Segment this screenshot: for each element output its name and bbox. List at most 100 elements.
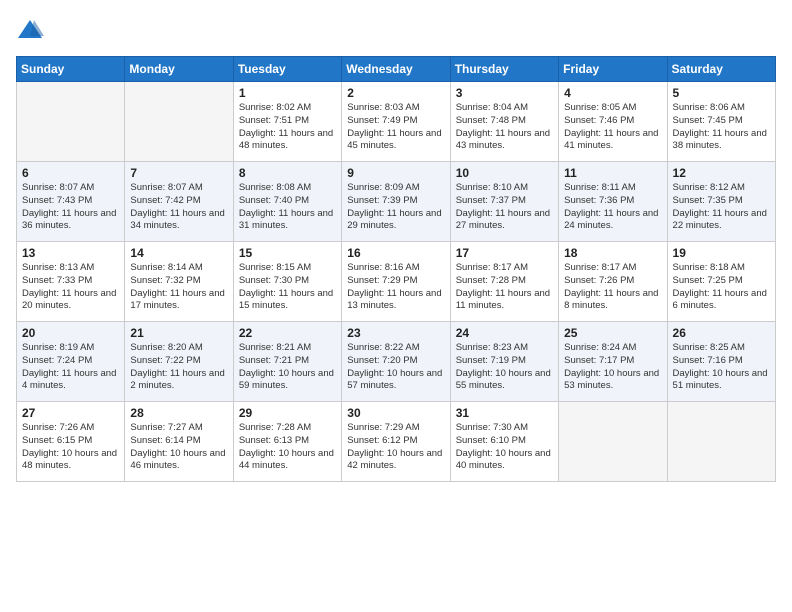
weekday-header: Friday xyxy=(559,57,667,82)
day-number: 23 xyxy=(347,326,444,340)
day-info: Sunrise: 8:03 AM Sunset: 7:49 PM Dayligh… xyxy=(347,102,444,153)
day-info: Sunrise: 8:18 AM Sunset: 7:25 PM Dayligh… xyxy=(673,262,770,313)
calendar-cell xyxy=(559,402,667,482)
day-number: 4 xyxy=(564,86,661,100)
day-number: 13 xyxy=(22,246,119,260)
weekday-header: Monday xyxy=(125,57,233,82)
calendar-week-row: 20Sunrise: 8:19 AM Sunset: 7:24 PM Dayli… xyxy=(17,322,776,402)
day-info: Sunrise: 8:17 AM Sunset: 7:26 PM Dayligh… xyxy=(564,262,661,313)
calendar-cell: 18 Sunrise: 8:17 AM Sunset: 7:26 PM Dayli… xyxy=(559,242,667,322)
day-info: Sunrise: 8:24 AM Sunset: 7:17 PM Dayligh… xyxy=(564,342,661,393)
day-number: 3 xyxy=(456,86,553,100)
day-number: 27 xyxy=(22,406,119,420)
day-info: Sunrise: 8:14 AM Sunset: 7:32 PM Dayligh… xyxy=(130,262,227,313)
calendar-cell: 11Sunrise: 8:11 AM Sunset: 7:36 PM Dayli… xyxy=(559,162,667,242)
day-info: Sunrise: 8:11 AM Sunset: 7:36 PM Dayligh… xyxy=(564,182,661,233)
day-info: Sunrise: 7:30 AM Sunset: 6:10 PM Dayligh… xyxy=(456,422,553,473)
calendar-cell: 3Sunrise: 8:04 AM Sunset: 7:48 PM Daylig… xyxy=(450,82,558,162)
calendar-week-row: 1Sunrise: 8:02 AM Sunset: 7:51 PM Daylig… xyxy=(17,82,776,162)
calendar-cell: 9Sunrise: 8:09 AM Sunset: 7:39 PM Daylig… xyxy=(342,162,450,242)
calendar-cell: 17 Sunrise: 8:17 AM Sunset: 7:28 PM Dayli… xyxy=(450,242,558,322)
calendar-table: SundayMondayTuesdayWednesdayThursdayFrid… xyxy=(16,56,776,482)
calendar-cell: 20Sunrise: 8:19 AM Sunset: 7:24 PM Dayli… xyxy=(17,322,125,402)
weekday-header: Thursday xyxy=(450,57,558,82)
day-number: 29 xyxy=(239,406,336,420)
day-number: 21 xyxy=(130,326,227,340)
day-info: Sunrise: 7:27 AM Sunset: 6:14 PM Dayligh… xyxy=(130,422,227,473)
day-info: Sunrise: 8:12 AM Sunset: 7:35 PM Dayligh… xyxy=(673,182,770,233)
calendar-cell: 21 Sunrise: 8:20 AM Sunset: 7:22 PM Dayli… xyxy=(125,322,233,402)
day-info: Sunrise: 8:07 AM Sunset: 7:42 PM Dayligh… xyxy=(130,182,227,233)
calendar-cell: 27Sunrise: 7:26 AM Sunset: 6:15 PM Dayli… xyxy=(17,402,125,482)
day-info: Sunrise: 8:10 AM Sunset: 7:37 PM Dayligh… xyxy=(456,182,553,233)
calendar-cell: 7 Sunrise: 8:07 AM Sunset: 7:42 PM Daylig… xyxy=(125,162,233,242)
day-info: Sunrise: 8:20 AM Sunset: 7:22 PM Dayligh… xyxy=(130,342,227,393)
day-number: 15 xyxy=(239,246,336,260)
day-info: Sunrise: 7:29 AM Sunset: 6:12 PM Dayligh… xyxy=(347,422,444,473)
day-number: 7 xyxy=(130,166,227,180)
day-info: Sunrise: 8:09 AM Sunset: 7:39 PM Dayligh… xyxy=(347,182,444,233)
calendar-cell: 12 Sunrise: 8:12 AM Sunset: 7:35 PM Dayli… xyxy=(667,162,775,242)
day-number: 12 xyxy=(673,166,770,180)
day-number: 22 xyxy=(239,326,336,340)
day-info: Sunrise: 8:08 AM Sunset: 7:40 PM Dayligh… xyxy=(239,182,336,233)
day-number: 2 xyxy=(347,86,444,100)
calendar-cell: 30Sunrise: 7:29 AM Sunset: 6:12 PM Dayli… xyxy=(342,402,450,482)
day-number: 31 xyxy=(456,406,553,420)
calendar-cell: 6 Sunrise: 8:07 AM Sunset: 7:43 PM Daylig… xyxy=(17,162,125,242)
day-info: Sunrise: 8:02 AM Sunset: 7:51 PM Dayligh… xyxy=(239,102,336,153)
calendar-cell: 5Sunrise: 8:06 AM Sunset: 7:45 PM Daylig… xyxy=(667,82,775,162)
calendar-cell: 2 Sunrise: 8:03 AM Sunset: 7:49 PM Daylig… xyxy=(342,82,450,162)
calendar-cell: 23 Sunrise: 8:22 AM Sunset: 7:20 PM Dayli… xyxy=(342,322,450,402)
day-number: 10 xyxy=(456,166,553,180)
calendar-cell xyxy=(17,82,125,162)
day-number: 18 xyxy=(564,246,661,260)
logo xyxy=(16,16,48,44)
calendar-cell: 8 Sunrise: 8:08 AM Sunset: 7:40 PM Daylig… xyxy=(233,162,341,242)
calendar-cell: 29 Sunrise: 7:28 AM Sunset: 6:13 PM Dayli… xyxy=(233,402,341,482)
calendar-cell: 1Sunrise: 8:02 AM Sunset: 7:51 PM Daylig… xyxy=(233,82,341,162)
day-info: Sunrise: 8:16 AM Sunset: 7:29 PM Dayligh… xyxy=(347,262,444,313)
calendar-cell: 26 Sunrise: 8:25 AM Sunset: 7:16 PM Dayli… xyxy=(667,322,775,402)
day-info: Sunrise: 8:17 AM Sunset: 7:28 PM Dayligh… xyxy=(456,262,553,313)
calendar-cell: 19 Sunrise: 8:18 AM Sunset: 7:25 PM Dayli… xyxy=(667,242,775,322)
day-number: 6 xyxy=(22,166,119,180)
day-info: Sunrise: 8:21 AM Sunset: 7:21 PM Dayligh… xyxy=(239,342,336,393)
calendar-cell: 24 Sunrise: 8:23 AM Sunset: 7:19 PM Dayli… xyxy=(450,322,558,402)
calendar-cell: 13Sunrise: 8:13 AM Sunset: 7:33 PM Dayli… xyxy=(17,242,125,322)
weekday-header: Tuesday xyxy=(233,57,341,82)
day-number: 25 xyxy=(564,326,661,340)
day-number: 24 xyxy=(456,326,553,340)
calendar-cell: 28 Sunrise: 7:27 AM Sunset: 6:14 PM Dayli… xyxy=(125,402,233,482)
calendar-cell xyxy=(667,402,775,482)
day-number: 26 xyxy=(673,326,770,340)
calendar-cell: 15Sunrise: 8:15 AM Sunset: 7:30 PM Dayli… xyxy=(233,242,341,322)
calendar-cell xyxy=(125,82,233,162)
day-number: 17 xyxy=(456,246,553,260)
day-number: 19 xyxy=(673,246,770,260)
calendar-cell: 25 Sunrise: 8:24 AM Sunset: 7:17 PM Dayli… xyxy=(559,322,667,402)
calendar-week-row: 13Sunrise: 8:13 AM Sunset: 7:33 PM Dayli… xyxy=(17,242,776,322)
calendar-cell: 16Sunrise: 8:16 AM Sunset: 7:29 PM Dayli… xyxy=(342,242,450,322)
calendar-header-row: SundayMondayTuesdayWednesdayThursdayFrid… xyxy=(17,57,776,82)
weekday-header: Saturday xyxy=(667,57,775,82)
day-number: 8 xyxy=(239,166,336,180)
day-number: 5 xyxy=(673,86,770,100)
calendar-cell: 14Sunrise: 8:14 AM Sunset: 7:32 PM Dayli… xyxy=(125,242,233,322)
day-info: Sunrise: 8:19 AM Sunset: 7:24 PM Dayligh… xyxy=(22,342,119,393)
day-info: Sunrise: 8:05 AM Sunset: 7:46 PM Dayligh… xyxy=(564,102,661,153)
calendar-cell: 4 Sunrise: 8:05 AM Sunset: 7:46 PM Daylig… xyxy=(559,82,667,162)
weekday-header: Sunday xyxy=(17,57,125,82)
calendar-cell: 31 Sunrise: 7:30 AM Sunset: 6:10 PM Dayli… xyxy=(450,402,558,482)
day-info: Sunrise: 8:23 AM Sunset: 7:19 PM Dayligh… xyxy=(456,342,553,393)
page-header xyxy=(16,16,776,44)
day-info: Sunrise: 8:07 AM Sunset: 7:43 PM Dayligh… xyxy=(22,182,119,233)
calendar-cell: 22 Sunrise: 8:21 AM Sunset: 7:21 PM Dayli… xyxy=(233,322,341,402)
calendar-week-row: 27Sunrise: 7:26 AM Sunset: 6:15 PM Dayli… xyxy=(17,402,776,482)
logo-icon xyxy=(16,16,44,44)
day-info: Sunrise: 8:22 AM Sunset: 7:20 PM Dayligh… xyxy=(347,342,444,393)
day-info: Sunrise: 7:28 AM Sunset: 6:13 PM Dayligh… xyxy=(239,422,336,473)
day-info: Sunrise: 8:25 AM Sunset: 7:16 PM Dayligh… xyxy=(673,342,770,393)
weekday-header: Wednesday xyxy=(342,57,450,82)
day-number: 28 xyxy=(130,406,227,420)
